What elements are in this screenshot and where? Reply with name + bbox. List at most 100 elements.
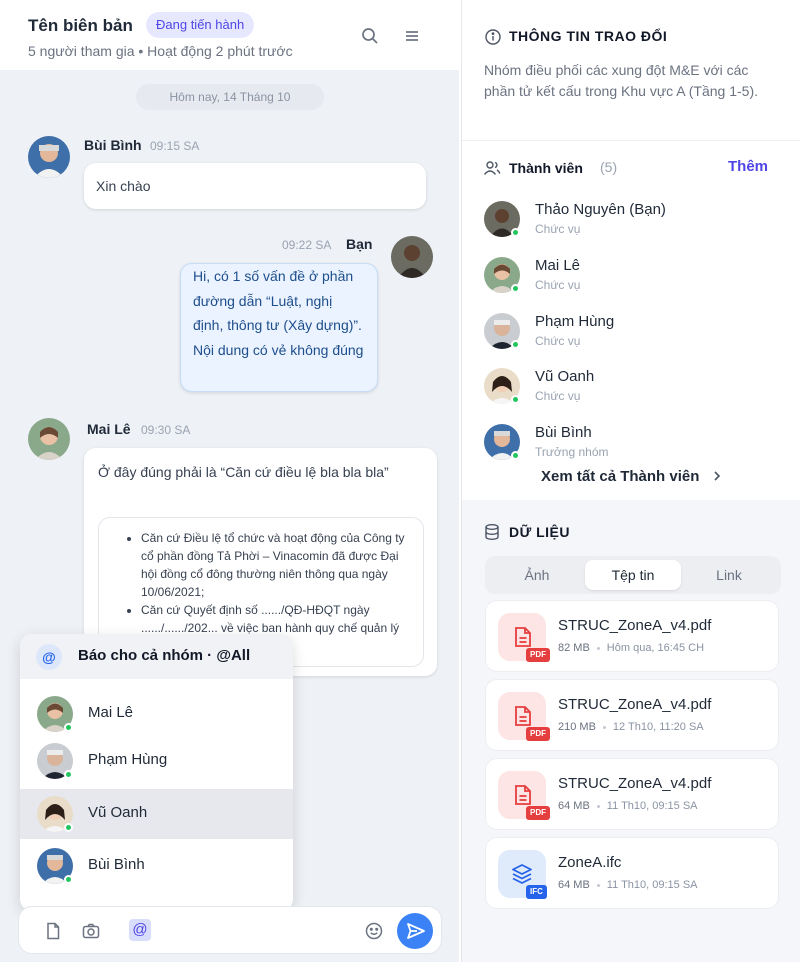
see-all-label: Xem tất cả Thành viên [541, 468, 700, 485]
chat-header: Tên biên bản Đang tiến hành 5 người tham… [0, 0, 459, 70]
mention-name: Phạm Hùng [88, 751, 168, 768]
online-indicator [511, 228, 520, 237]
file-meta: 210 MB 12 Th10, 11:20 SA [558, 721, 704, 733]
file-size: 64 MB [558, 800, 590, 812]
info-description: Nhóm điều phối các xung đột M&E với các … [484, 62, 759, 99]
mention-name: Vũ Oanh [88, 804, 148, 821]
mention-item[interactable]: Mai Lê [20, 689, 293, 739]
chat-panel: Tên biên bản Đang tiến hành 5 người tham… [0, 0, 459, 962]
message-sender: Mai Lê [87, 421, 131, 437]
file-meta: 64 MB 11 Th10, 09:15 SA [558, 879, 698, 891]
section-title-data: DỮ LIỆU [509, 524, 571, 540]
add-member-button[interactable]: Thêm [728, 158, 768, 175]
file-name: ZoneA.ifc [558, 854, 622, 871]
member-role: Chức vụ [535, 278, 581, 292]
mention-item[interactable]: Phạm Hùng [20, 736, 293, 786]
pdf-file-icon: PDF [498, 692, 550, 741]
message-text: Ở đây đúng phải là “Căn cứ điều lệ bla b… [98, 464, 389, 480]
member-name: Mai Lê [535, 257, 581, 274]
message-bubble: Xin chào [84, 163, 426, 209]
online-indicator [64, 770, 73, 779]
mention-item[interactable]: Bùi Bình [20, 841, 293, 891]
file-meta: 82 MB Hôm qua, 16:45 CH [558, 642, 704, 654]
file-date: 11 Th10, 09:15 SA [606, 800, 698, 812]
member-role: Chức vụ [535, 389, 581, 403]
send-button[interactable] [397, 913, 433, 949]
file-date: Hôm qua, 16:45 CH [606, 642, 705, 654]
file-size: 82 MB [558, 642, 590, 654]
file-icon[interactable] [43, 921, 63, 941]
member-name: Thảo Nguyên (Bạn) [535, 201, 666, 218]
file-type-tag: PDF [526, 727, 550, 741]
users-icon [483, 159, 501, 177]
mention-button[interactable]: @ [129, 919, 151, 941]
file-name: STRUC_ZoneA_v4.pdf [558, 775, 712, 792]
pdf-file-icon: PDF [498, 771, 550, 820]
message-text: Xin chào [96, 178, 151, 194]
file-meta: 64 MB 11 Th10, 09:15 SA [558, 800, 698, 812]
member-item[interactable]: Thảo Nguyên (Bạn) Chức vụ [462, 201, 800, 257]
see-all-members-link[interactable]: Xem tất cả Thành viên [541, 468, 722, 486]
tab-images[interactable]: Ảnh [489, 560, 585, 590]
file-size: 64 MB [558, 879, 590, 891]
online-indicator [64, 823, 73, 832]
tab-files[interactable]: Tệp tin [585, 560, 681, 590]
database-icon [483, 523, 501, 541]
emoji-icon[interactable] [364, 921, 384, 941]
divider [462, 140, 800, 141]
message-time: 09:15 SA [150, 139, 200, 153]
avatar [391, 236, 433, 278]
online-indicator [511, 451, 520, 460]
message-bubble: Hi, có 1 số vấn đề ở phần đường dẫn “Luậ… [180, 263, 378, 392]
avatar [28, 136, 70, 178]
info-side-panel: THÔNG TIN TRAO ĐỔI Nhóm điều phối các xu… [461, 0, 800, 962]
section-title-info: THÔNG TIN TRAO ĐỔI [509, 28, 668, 44]
online-indicator [64, 875, 73, 884]
message-time: 09:22 SA [282, 238, 332, 252]
search-icon[interactable] [360, 26, 380, 46]
message-composer[interactable]: @ [18, 906, 442, 954]
camera-icon[interactable] [81, 921, 101, 941]
pdf-file-icon: PDF [498, 613, 550, 662]
file-item[interactable]: IFC ZoneA.ifc 64 MB 11 Th10, 09:15 SA [485, 837, 779, 909]
message-text: Hi, có 1 số vấn đề ở phần đường dẫn “Luậ… [193, 268, 364, 358]
mention-item-highlighted[interactable]: Vũ Oanh [20, 789, 293, 839]
member-item[interactable]: Vũ Oanh Chức vụ [462, 368, 800, 424]
member-item[interactable]: Mai Lê Chức vụ [462, 257, 800, 313]
file-item[interactable]: PDF STRUC_ZoneA_v4.pdf 82 MB Hôm qua, 16:… [485, 600, 779, 672]
message-time: 09:30 SA [141, 423, 191, 437]
file-size: 210 MB [558, 721, 596, 733]
member-name: Vũ Oanh [535, 368, 595, 385]
section-title-members: Thành viên [509, 160, 583, 176]
layers-file-icon: IFC [498, 850, 547, 899]
menu-icon[interactable] [402, 26, 422, 46]
avatar [28, 418, 70, 460]
mention-all-option[interactable]: @ Báo cho cả nhóm · @All [20, 634, 293, 679]
mention-name: Mai Lê [88, 704, 134, 721]
file-type-tag: PDF [526, 648, 550, 662]
file-name: STRUC_ZoneA_v4.pdf [558, 696, 712, 713]
data-tabs: Ảnh Tệp tin Link [485, 556, 781, 594]
member-role: Chức vụ [535, 222, 581, 236]
online-indicator [511, 395, 520, 404]
members-count: (5) [600, 159, 618, 175]
quote-item: Căn cứ Điều lệ tổ chức và hoạt động của … [141, 529, 415, 601]
file-name: STRUC_ZoneA_v4.pdf [558, 617, 712, 634]
member-name: Bùi Bình [535, 424, 592, 441]
file-type-tag: IFC [526, 885, 547, 899]
at-icon: @ [36, 644, 62, 670]
send-icon [407, 923, 425, 939]
online-indicator [64, 723, 73, 732]
message-sender: Bạn [346, 236, 373, 252]
online-indicator [511, 284, 520, 293]
info-icon [484, 28, 502, 46]
chevron-right-icon [712, 469, 722, 486]
mention-all-label: Báo cho cả nhóm · @All [78, 647, 251, 664]
tab-links[interactable]: Link [681, 560, 777, 590]
file-date: 12 Th10, 11:20 SA [612, 721, 704, 733]
member-name: Phạm Hùng [535, 313, 615, 330]
file-item[interactable]: PDF STRUC_ZoneA_v4.pdf 64 MB 11 Th10, 09:… [485, 758, 779, 830]
file-item[interactable]: PDF STRUC_ZoneA_v4.pdf 210 MB 12 Th10, 11… [485, 679, 779, 751]
member-item[interactable]: Phạm Hùng Chức vụ [462, 313, 800, 369]
online-indicator [511, 340, 520, 349]
